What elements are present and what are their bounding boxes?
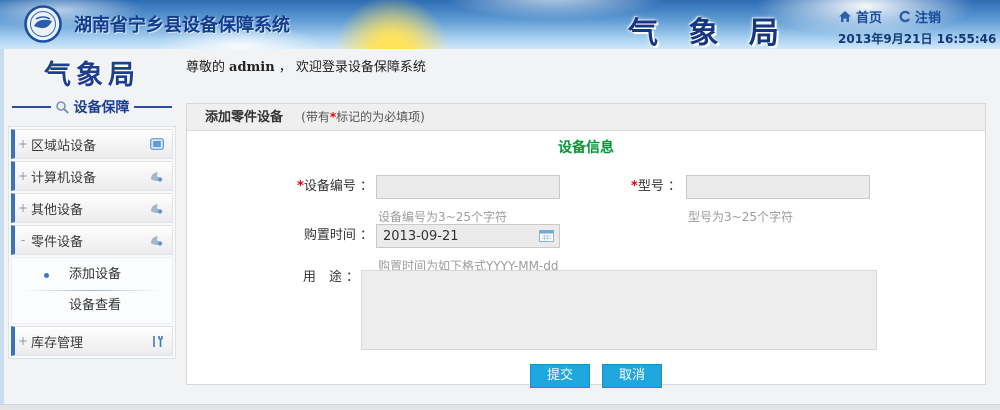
main-content: 尊敬的admin， 欢迎登录设备保障系统 添加零件设备 (带有*标记的为必填项)… [186,49,986,410]
usage-label: 用 途 ： [187,265,359,291]
nav-home-link[interactable]: 首页 [838,7,882,26]
submenu-divider [24,290,160,291]
device-swoosh-icon [149,170,164,183]
usage-textarea[interactable] [361,270,877,350]
divider-line [134,106,173,108]
site-title: 湖南省宁乡县设备保障系统 [74,11,290,37]
bureau-seal-icon [24,5,62,43]
expand-mark: + [15,334,31,348]
purchase-time-input[interactable] [376,224,560,248]
panel-header: 添加零件设备 (带有*标记的为必填项) [187,104,985,131]
submenu-item-add-device[interactable]: 添加设备 [12,262,172,288]
panel-title: 添加零件设备 [205,110,283,125]
calendar-icon[interactable] [539,229,554,242]
bureau-title: 气 象 局 [628,8,789,52]
logout-icon [898,10,911,23]
sidebar-subtitle: 设备保障 [74,97,130,117]
tools-icon [151,335,164,348]
add-parts-panel: 添加零件设备 (带有*标记的为必填项) 设备信息 *设备编号 ： 设备编号为3~… [186,103,986,385]
username: admin [229,60,275,75]
sidebar-logo-title: 气象局 [8,53,176,92]
section-title: 设备信息 [187,137,985,157]
sidebar-item-other[interactable]: + 其他设备 [11,193,173,223]
device-swoosh-icon [149,234,164,247]
expand-mark: + [15,137,31,151]
device-no-label: *设备编号 ： [187,174,373,200]
sidebar-item-region-station[interactable]: + 区域站设备 [11,129,173,159]
top-nav: 首页 注销 2013年9月21日 16:55:46 [838,7,996,47]
magnifier-icon [55,100,70,114]
purchase-time-label: 购置时间 ： [187,223,373,249]
sidebar-item-inventory[interactable]: + 库存管理 [11,326,173,356]
cancel-button[interactable]: 取消 [602,364,662,388]
model-input[interactable] [686,175,870,199]
panel-body: 设备信息 *设备编号 ： 设备编号为3~25个字符 *型号 ： 型号为3~25个… [187,131,985,384]
bullet-dot-icon [44,273,49,278]
sidebar-subtitle-row: 设备保障 [12,97,172,117]
device-swoosh-icon [149,202,164,215]
monitor-icon [150,138,164,150]
parts-submenu: 添加设备 设备查看 [11,257,173,324]
expand-mark: + [15,201,31,215]
sidebar-item-parts[interactable]: - 零件设备 [11,225,173,255]
required-asterisk: * [297,179,304,194]
brand: 湖南省宁乡县设备保障系统 [24,5,290,43]
left-edge-stripe [0,49,4,410]
sidebar-item-computer[interactable]: + 计算机设备 [11,161,173,191]
divider-line [12,106,51,108]
model-label: *型号 ： [495,174,681,200]
submenu-item-view-device[interactable]: 设备查看 [12,293,172,319]
submit-button[interactable]: 提交 [530,364,590,388]
collapse-mark: - [15,233,31,247]
required-asterisk: * [631,179,638,194]
expand-mark: + [15,169,31,183]
footer-strip [0,404,1000,410]
top-banner: 湖南省宁乡县设备保障系统 气 象 局 首页 注销 2013年9月21日 16:5 [0,0,1000,49]
page: 湖南省宁乡县设备保障系统 气 象 局 首页 注销 2013年9月21日 16:5 [0,0,1000,410]
sidebar: 气象局 设备保障 + 区域站设备 + 计算机设备 [8,49,176,359]
model-hint: 型号为3~25个字符 [688,208,793,225]
datetime-text: 2013年9月21日 16:55:46 [838,30,996,47]
welcome-message: 尊敬的admin， 欢迎登录设备保障系统 [186,49,986,87]
nav-logout-link[interactable]: 注销 [898,7,941,26]
device-no-hint: 设备编号为3~25个字符 [378,208,507,225]
home-icon [838,10,852,23]
sidebar-menu: + 区域站设备 + 计算机设备 + 其他设备 [8,126,176,359]
required-note: (带有*标记的为必填项) [301,110,425,124]
